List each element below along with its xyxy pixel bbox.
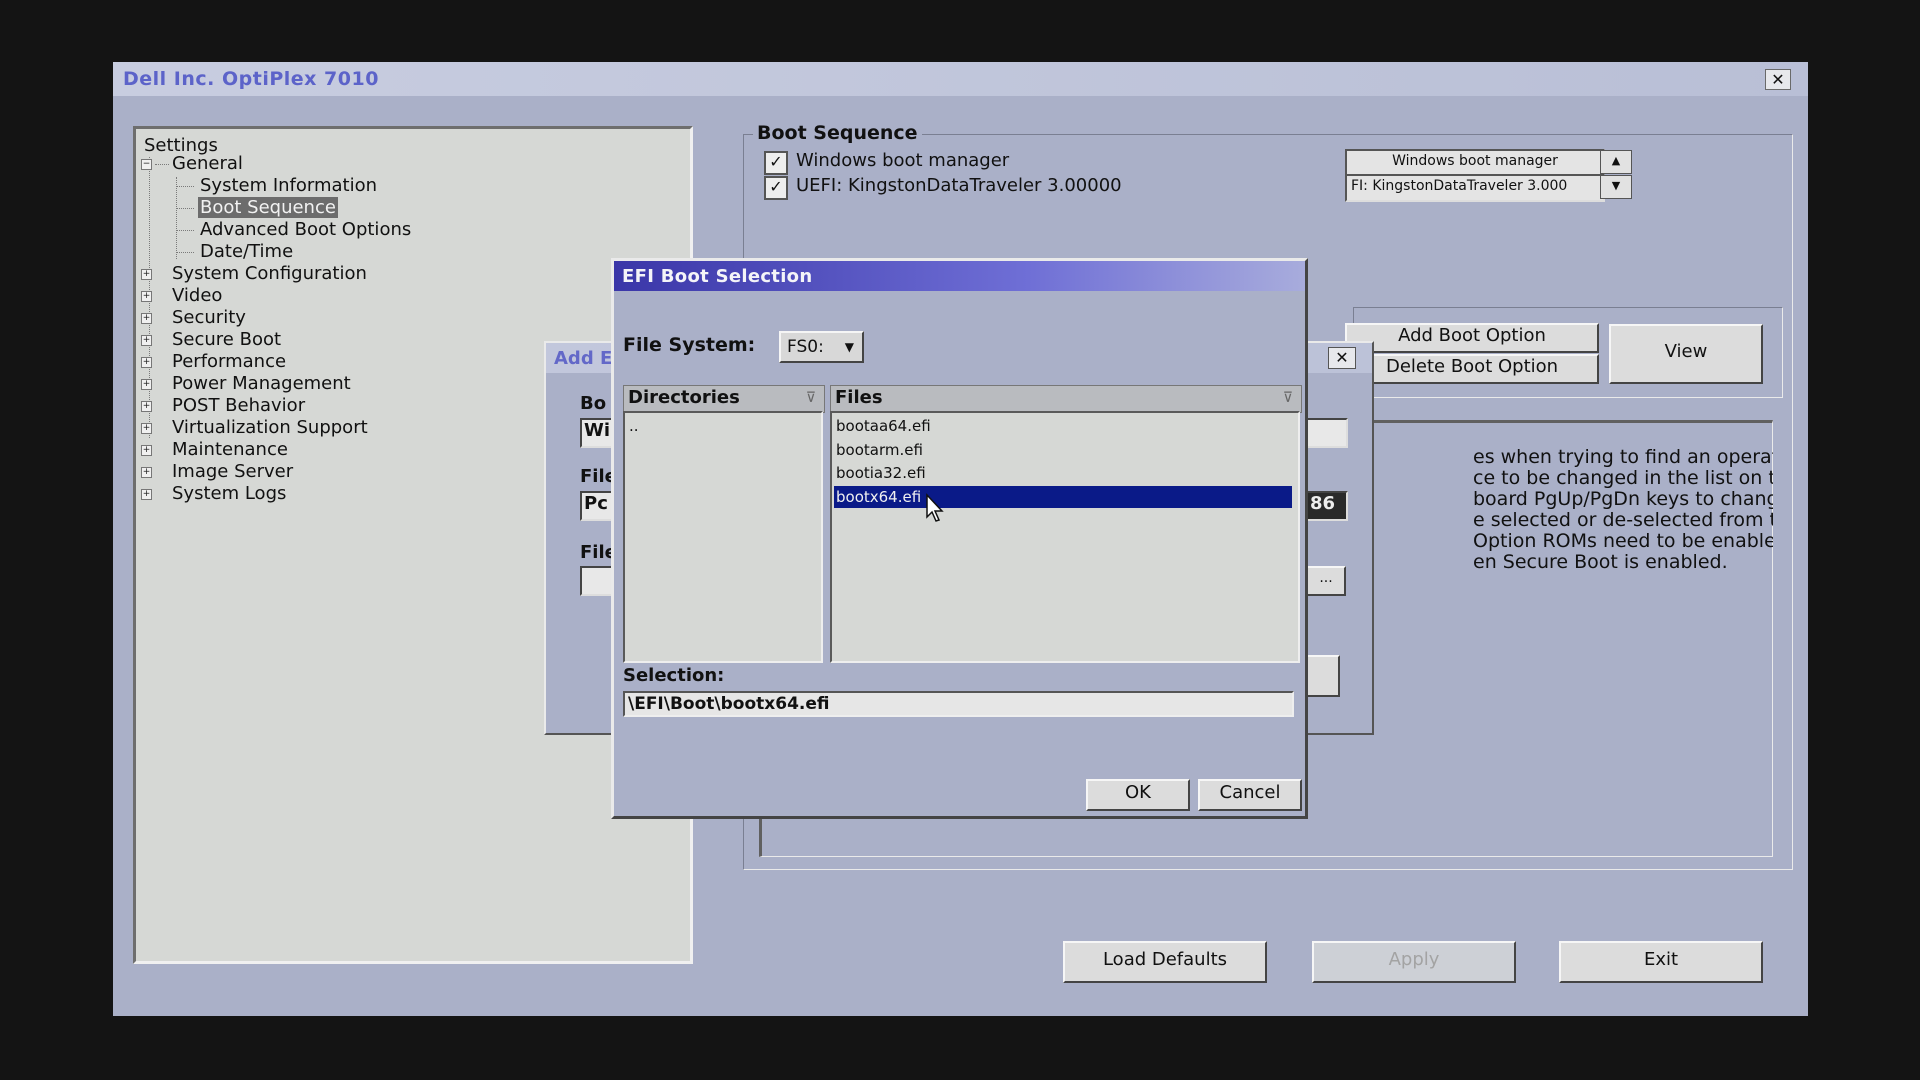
file-item[interactable]: bootaa64.efi bbox=[834, 415, 1292, 437]
file-system-value: FS0: bbox=[787, 337, 824, 357]
boot-order-item[interactable]: Windows boot manager bbox=[1345, 149, 1605, 177]
window-title: Dell Inc. OptiPlex 7010 bbox=[123, 68, 379, 90]
move-up-button[interactable]: ▲ bbox=[1600, 150, 1632, 174]
boot-option-name-field-end[interactable] bbox=[1306, 418, 1348, 448]
add-dialog-title: Add E bbox=[554, 348, 613, 369]
tree-item-secure-boot[interactable]: + Secure Boot bbox=[141, 329, 281, 351]
exit-button[interactable]: Exit bbox=[1559, 941, 1763, 983]
file-item[interactable]: bootia32.efi bbox=[834, 462, 1292, 484]
delete-boot-option-button[interactable]: Delete Boot Option bbox=[1345, 354, 1599, 384]
tree-item-system-configuration[interactable]: + System Configuration bbox=[141, 263, 367, 285]
tree-item-security[interactable]: + Security bbox=[141, 307, 246, 329]
file-item[interactable]: bootarm.efi bbox=[834, 439, 1292, 461]
tree-item-video[interactable]: + Video bbox=[141, 285, 222, 307]
boot-order-item[interactable]: FI: KingstonDataTraveler 3.000 bbox=[1345, 174, 1605, 202]
tree-item-maintenance[interactable]: + Maintenance bbox=[141, 439, 288, 461]
expand-icon[interactable]: + bbox=[141, 378, 152, 390]
ok-button[interactable]: OK bbox=[1086, 779, 1190, 811]
tree-item-power-management[interactable]: + Power Management bbox=[141, 373, 351, 395]
window-titlebar: Dell Inc. OptiPlex 7010 ✕ bbox=[113, 62, 1808, 96]
efi-dialog-titlebar: EFI Boot Selection bbox=[614, 261, 1305, 291]
browse-button[interactable]: ... bbox=[1306, 566, 1346, 596]
chevron-down-icon: ▼ bbox=[844, 340, 854, 354]
tree-item-general[interactable]: − General bbox=[141, 153, 243, 175]
tree-item-post-behavior[interactable]: + POST Behavior bbox=[141, 395, 305, 417]
cancel-button[interactable]: Cancel bbox=[1198, 779, 1302, 811]
expand-icon[interactable]: + bbox=[141, 400, 152, 412]
tree-item-virtualization-support[interactable]: + Virtualization Support bbox=[141, 417, 368, 439]
selection-label: Selection: bbox=[623, 665, 725, 686]
directory-item[interactable]: .. bbox=[627, 415, 639, 437]
mouse-pointer-icon bbox=[926, 493, 944, 522]
efi-boot-selection-dialog: EFI Boot Selection File System: FS0: ▼ D… bbox=[611, 258, 1308, 819]
add-dialog-close-button[interactable]: ✕ bbox=[1328, 347, 1356, 369]
tree-item-system-information[interactable]: System Information bbox=[176, 175, 377, 197]
tree-item-system-logs[interactable]: + System Logs bbox=[141, 483, 286, 505]
windows-boot-manager-label: Windows boot manager bbox=[796, 150, 1010, 171]
boot-option-name-label: Bo bbox=[580, 393, 607, 414]
directories-header[interactable]: Directories ⊽ bbox=[623, 385, 825, 413]
expand-icon[interactable]: + bbox=[141, 312, 152, 324]
expand-icon[interactable]: + bbox=[141, 488, 152, 500]
tree-item-date-time[interactable]: Date/Time bbox=[176, 241, 293, 263]
description-text: es when trying to find an operating ce t… bbox=[1473, 447, 1773, 573]
expand-icon[interactable]: + bbox=[141, 356, 152, 368]
uefi-kingston-checkbox[interactable]: ✓ bbox=[764, 176, 788, 200]
tree-item-image-server[interactable]: + Image Server bbox=[141, 461, 293, 483]
expand-icon[interactable]: + bbox=[141, 334, 152, 346]
move-down-button[interactable]: ▼ bbox=[1600, 175, 1632, 199]
load-defaults-button[interactable]: Load Defaults bbox=[1063, 941, 1267, 983]
directories-list[interactable]: .. bbox=[623, 411, 823, 663]
file-system-dropdown[interactable]: FS0: ▼ bbox=[779, 331, 864, 363]
expand-icon[interactable]: + bbox=[141, 444, 152, 456]
expand-icon[interactable]: + bbox=[141, 422, 152, 434]
file-system-field-end[interactable]: 86 bbox=[1306, 491, 1348, 521]
apply-button: Apply bbox=[1312, 941, 1516, 983]
tree-item-boot-sequence[interactable]: Boot Sequence bbox=[176, 197, 338, 219]
efi-dialog-title: EFI Boot Selection bbox=[622, 266, 813, 287]
collapse-icon[interactable]: − bbox=[141, 158, 152, 170]
windows-boot-manager-checkbox[interactable]: ✓ bbox=[764, 151, 788, 175]
files-list[interactable]: bootaa64.efi bootarm.efi bootia32.efi bo… bbox=[830, 411, 1300, 663]
expand-icon[interactable]: + bbox=[141, 290, 152, 302]
files-header[interactable]: Files ⊽ bbox=[830, 385, 1302, 413]
expand-icon[interactable]: + bbox=[141, 268, 152, 280]
sort-icon: ⊽ bbox=[1282, 390, 1293, 406]
expand-icon[interactable]: + bbox=[141, 466, 152, 478]
file-item-selected[interactable]: bootx64.efi bbox=[834, 486, 1292, 508]
selection-field[interactable]: \EFI\Boot\bootx64.efi bbox=[623, 691, 1294, 717]
add-boot-option-button[interactable]: Add Boot Option bbox=[1345, 323, 1599, 353]
tree-item-performance[interactable]: + Performance bbox=[141, 351, 286, 373]
boot-sequence-legend: Boot Sequence bbox=[753, 122, 922, 144]
view-button[interactable]: View bbox=[1609, 324, 1763, 384]
add-dialog-button-edge[interactable] bbox=[1306, 655, 1340, 697]
tree-item-advanced-boot-options[interactable]: Advanced Boot Options bbox=[176, 219, 411, 241]
window-close-button[interactable]: ✕ bbox=[1765, 69, 1791, 90]
uefi-kingston-label: UEFI: KingstonDataTraveler 3.00000 bbox=[796, 175, 1122, 196]
sort-icon: ⊽ bbox=[805, 390, 816, 406]
file-system-label: File System: bbox=[623, 334, 756, 356]
